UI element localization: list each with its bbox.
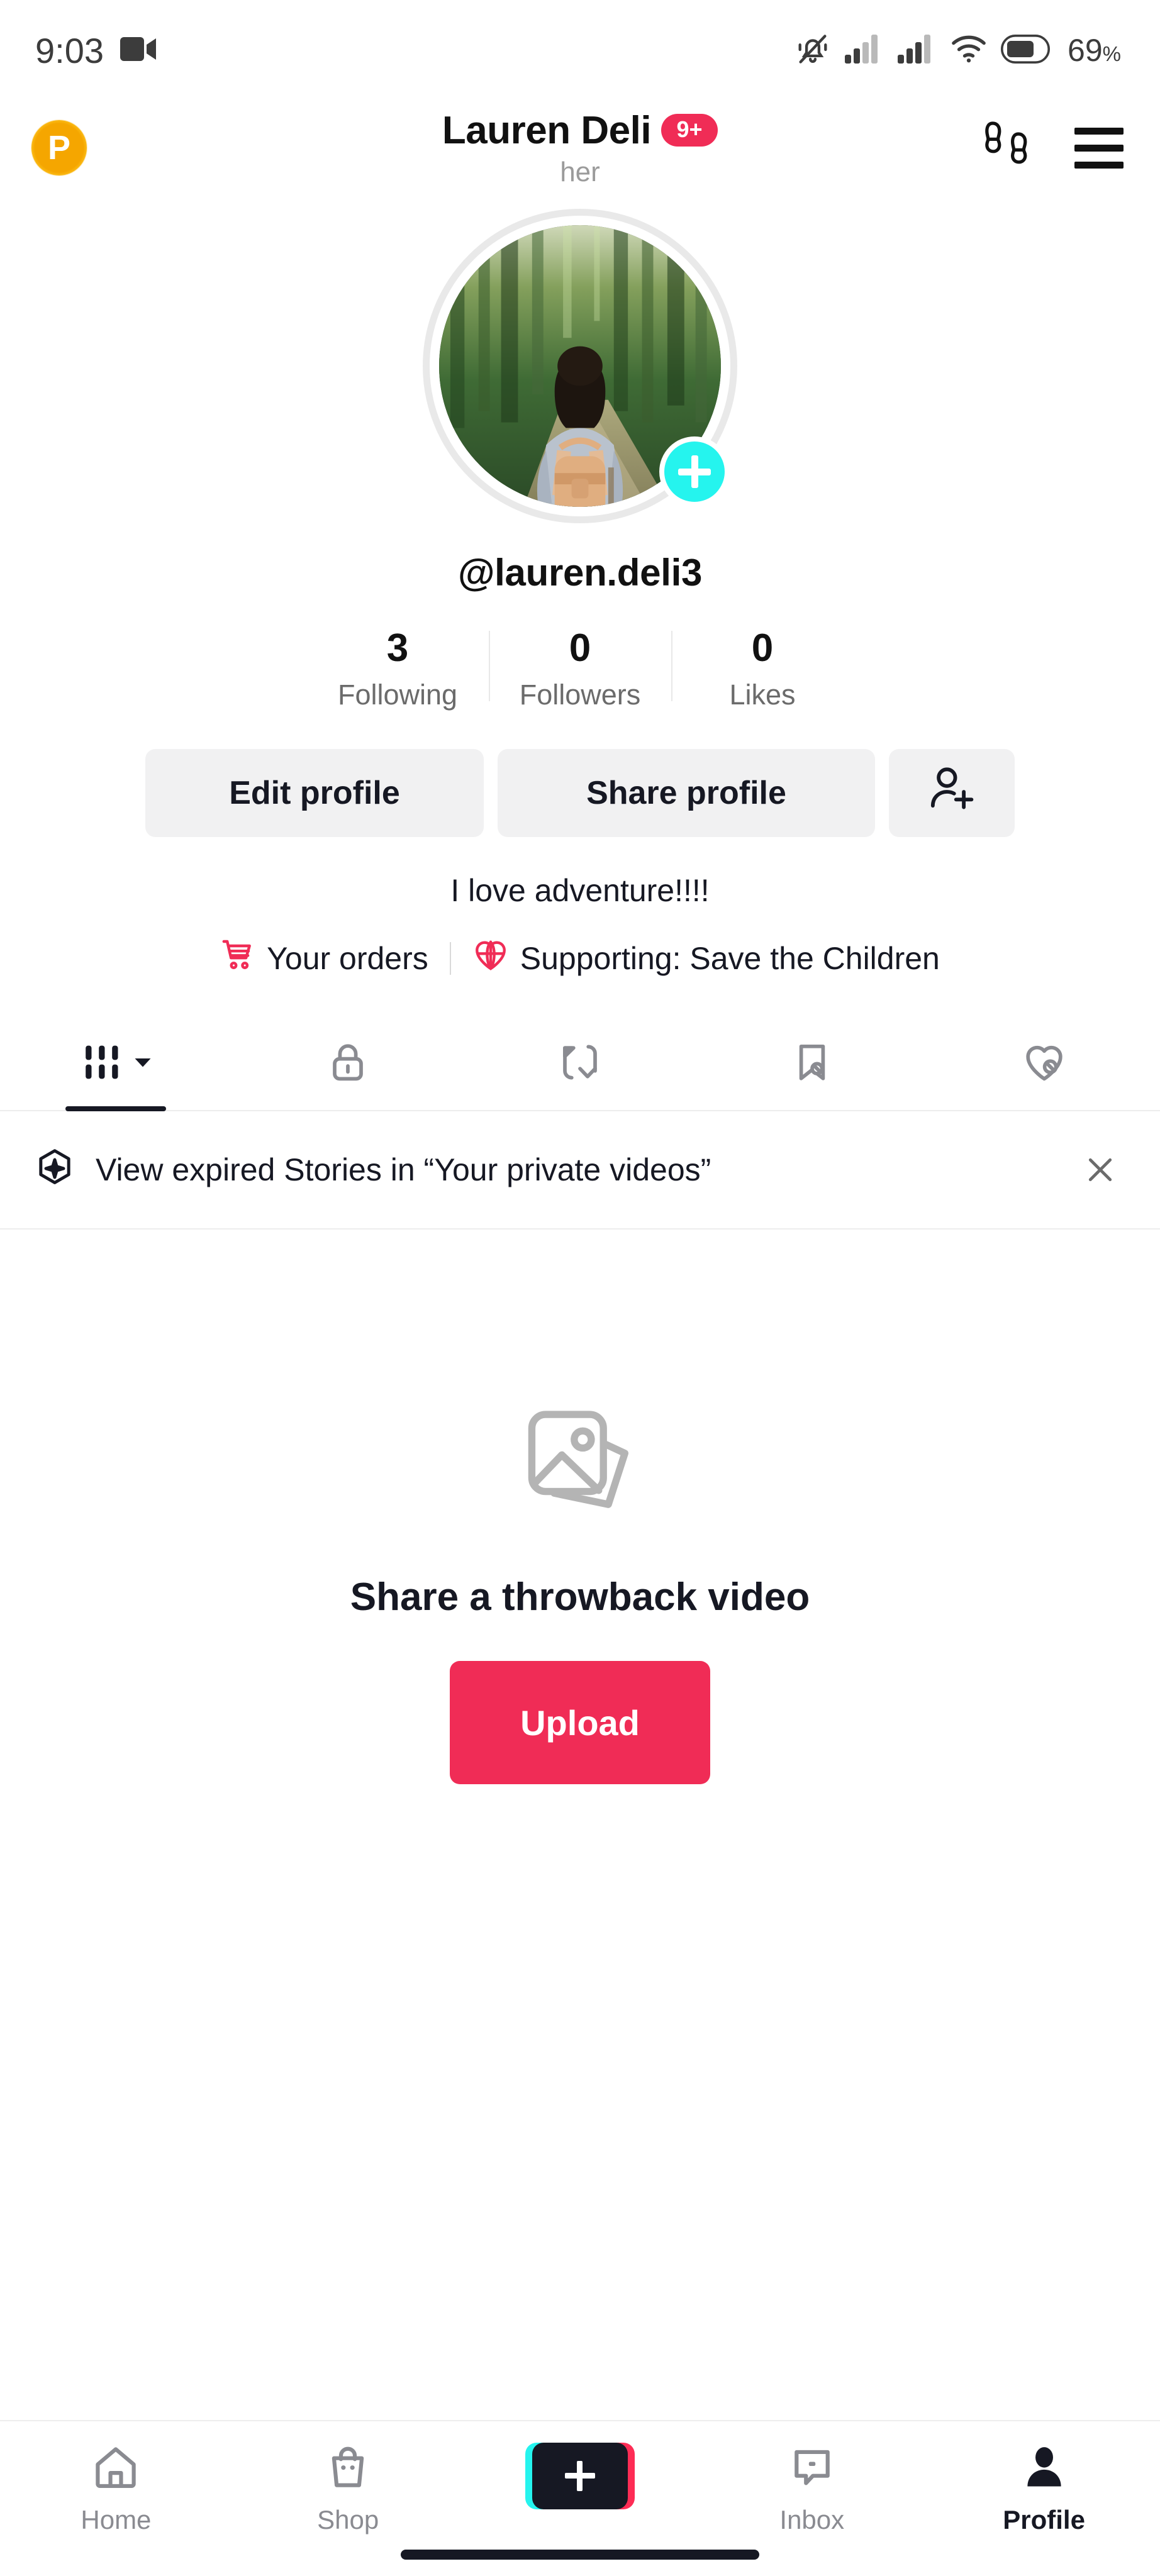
sparkle-plus-icon bbox=[33, 1146, 77, 1194]
hamburger-line-1 bbox=[1074, 127, 1124, 135]
stat-likes-value: 0 bbox=[751, 626, 774, 670]
meta-divider bbox=[449, 942, 451, 975]
battery-percent-unit: % bbox=[1102, 42, 1121, 65]
stat-followers-label: Followers bbox=[519, 679, 641, 711]
person-icon bbox=[1020, 2443, 1069, 2495]
status-bar-right: 69% bbox=[795, 31, 1121, 70]
tab-posts[interactable] bbox=[0, 1017, 232, 1110]
status-bar-left: 9:03 bbox=[35, 30, 157, 71]
nav-label-home: Home bbox=[81, 2505, 152, 2534]
coin-rewards-badge[interactable]: P bbox=[31, 120, 87, 175]
app-header: P Lauren Deli 9+ her bbox=[0, 101, 1160, 195]
tab-saved[interactable] bbox=[696, 1017, 928, 1110]
heart-globe-icon bbox=[472, 936, 509, 980]
stat-likes[interactable]: 0 Likes bbox=[671, 626, 854, 711]
empty-state: Share a throwback video Upload bbox=[0, 1230, 1160, 2420]
nav-label-shop: Shop bbox=[317, 2505, 379, 2534]
profile-name-row[interactable]: Lauren Deli 9+ bbox=[442, 108, 718, 153]
tab-private[interactable] bbox=[232, 1017, 464, 1110]
stat-following-label: Following bbox=[337, 679, 458, 711]
notification-count-badge: 9+ bbox=[661, 114, 718, 147]
footprints-icon[interactable] bbox=[985, 118, 1039, 179]
message-icon bbox=[788, 2443, 837, 2495]
signal-bars-2-icon bbox=[898, 34, 937, 67]
close-icon[interactable] bbox=[1079, 1149, 1121, 1191]
your-orders-link[interactable]: Your orders bbox=[220, 937, 428, 980]
tab-liked[interactable] bbox=[928, 1017, 1160, 1110]
supporting-link[interactable]: Supporting: Save the Children bbox=[472, 936, 940, 980]
supporting-label: Supporting: Save the Children bbox=[520, 941, 940, 977]
image-stack-icon bbox=[514, 1399, 646, 1535]
signal-bars-icon bbox=[845, 34, 884, 67]
bookmark-slash-icon bbox=[789, 1040, 835, 1088]
status-bar-clock: 9:03 bbox=[35, 30, 104, 70]
profile-action-buttons: Edit profile Share profile bbox=[145, 749, 1015, 838]
nav-item-shop[interactable]: Shop bbox=[232, 2443, 464, 2535]
chevron-down-icon bbox=[133, 1053, 152, 1075]
pronoun-label: her bbox=[560, 156, 600, 187]
hamburger-line-2 bbox=[1074, 144, 1124, 152]
tab-posts-inner bbox=[79, 1040, 152, 1088]
stat-followers[interactable]: 0 Followers bbox=[489, 626, 671, 711]
tab-reposts[interactable] bbox=[464, 1017, 696, 1110]
tiktok-profile-screen: 9:03 69% P Lauren Deli 9+ her @lauren.de… bbox=[0, 0, 1160, 2576]
stat-followers-value: 0 bbox=[569, 626, 591, 670]
avatar[interactable] bbox=[423, 209, 737, 523]
hamburger-line-3 bbox=[1074, 161, 1124, 169]
grid-posts-icon bbox=[79, 1040, 125, 1088]
status-bar: 9:03 69% bbox=[0, 0, 1160, 101]
profile-bio: I love adventure!!!! bbox=[450, 873, 710, 909]
create-inner bbox=[532, 2443, 628, 2509]
profile-meta-row: Your orders Supporting: Save the Childre… bbox=[220, 936, 940, 980]
nav-item-home[interactable]: Home bbox=[0, 2443, 232, 2535]
video-camera-icon bbox=[120, 36, 157, 65]
stat-following[interactable]: 3 Following bbox=[306, 626, 489, 711]
profile-section: @lauren.deli3 3 Following 0 Followers 0 … bbox=[0, 195, 1160, 980]
wifi-icon bbox=[951, 35, 987, 67]
share-profile-button[interactable]: Share profile bbox=[498, 749, 875, 838]
battery-icon bbox=[1001, 34, 1051, 67]
profile-stats: 3 Following 0 Followers 0 Likes bbox=[306, 626, 854, 711]
empty-state-title: Share a throwback video bbox=[350, 1575, 810, 1619]
edit-profile-button[interactable]: Edit profile bbox=[145, 749, 484, 838]
username-handle[interactable]: @lauren.deli3 bbox=[458, 551, 702, 594]
create-plus-icon[interactable] bbox=[525, 2443, 635, 2509]
shopping-cart-icon bbox=[220, 937, 255, 980]
page-title: Lauren Deli bbox=[442, 108, 652, 152]
header-actions bbox=[985, 118, 1124, 179]
repost-arrows-icon bbox=[557, 1040, 603, 1088]
silent-bell-icon bbox=[795, 31, 831, 70]
battery-percent-value: 69 bbox=[1068, 33, 1103, 68]
home-indicator bbox=[401, 2550, 759, 2560]
profile-tab-bar bbox=[0, 1017, 1160, 1112]
shopping-bag-icon bbox=[323, 2443, 372, 2495]
heart-slash-icon bbox=[1022, 1040, 1067, 1088]
add-story-button[interactable] bbox=[659, 436, 730, 507]
lock-icon bbox=[325, 1040, 371, 1088]
nav-label-profile: Profile bbox=[1003, 2505, 1085, 2534]
banner-text: View expired Stories in “Your private vi… bbox=[96, 1152, 711, 1188]
nav-item-create[interactable] bbox=[464, 2443, 696, 2519]
battery-percent: 69% bbox=[1068, 32, 1121, 69]
home-icon bbox=[91, 2443, 140, 2495]
stat-likes-label: Likes bbox=[729, 679, 796, 711]
nav-item-profile[interactable]: Profile bbox=[928, 2443, 1160, 2535]
your-orders-label: Your orders bbox=[267, 941, 428, 977]
hamburger-menu-icon[interactable] bbox=[1074, 127, 1124, 169]
add-person-icon bbox=[927, 764, 977, 823]
stat-following-value: 3 bbox=[386, 626, 409, 670]
expired-stories-banner[interactable]: View expired Stories in “Your private vi… bbox=[0, 1111, 1160, 1230]
nav-label-inbox: Inbox bbox=[779, 2505, 845, 2534]
add-friends-button[interactable] bbox=[889, 749, 1015, 838]
nav-item-inbox[interactable]: Inbox bbox=[696, 2443, 928, 2535]
upload-button[interactable]: Upload bbox=[450, 1661, 710, 1785]
